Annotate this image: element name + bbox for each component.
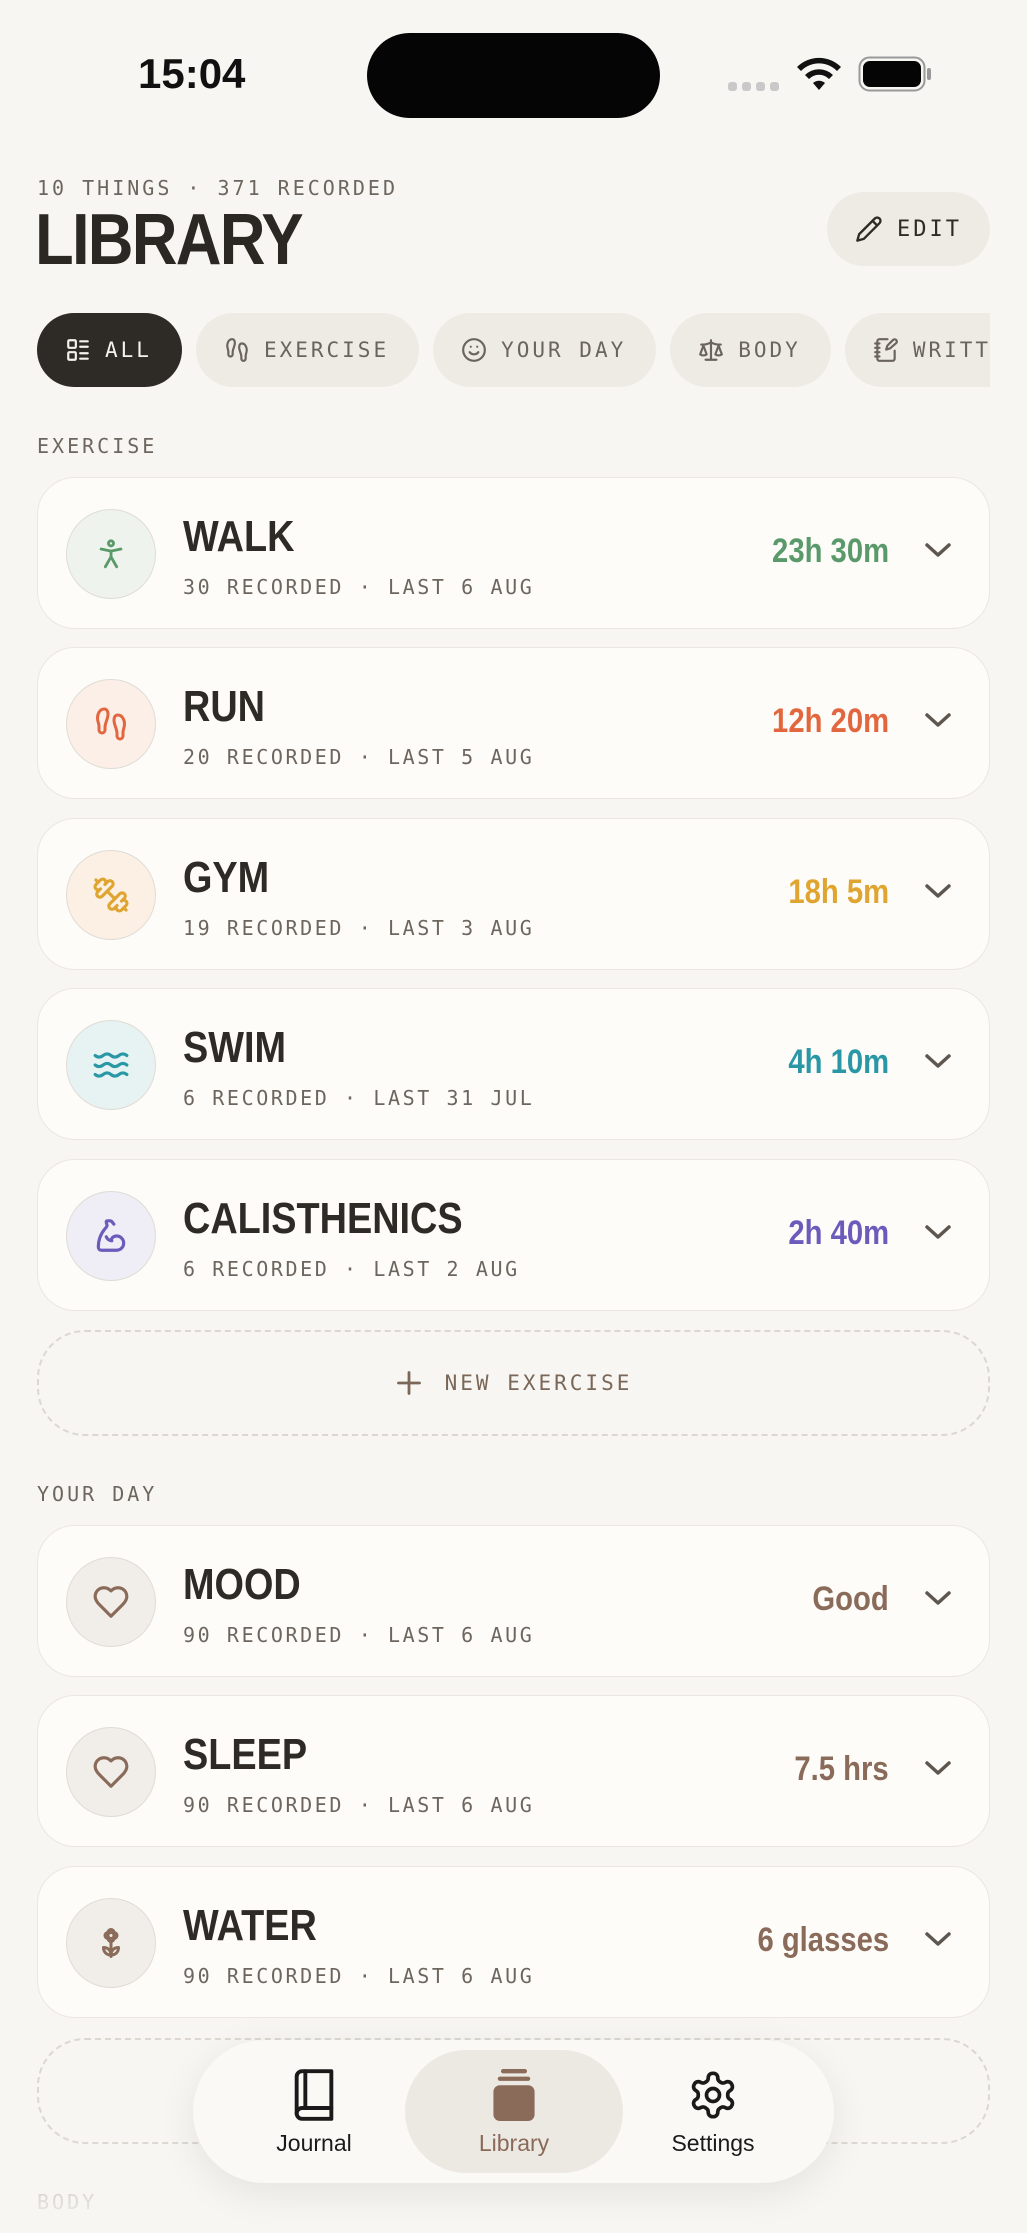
item-value: 12h 20m: [771, 702, 889, 740]
filter-exercise-label: EXERCISE: [263, 338, 390, 362]
waves-icon: [66, 1020, 156, 1110]
dumbbell-icon: [66, 850, 156, 940]
item-value: 23h 30m: [771, 532, 889, 570]
section-label-your-day: YOUR DAY: [37, 1482, 158, 1506]
item-value: 18h 5m: [788, 873, 889, 911]
item-meta: 6 RECORDED · LAST 2 AUG: [183, 1257, 520, 1281]
status-time: 15:04: [138, 50, 246, 97]
item-value: 7.5 hrs: [794, 1750, 889, 1788]
item-meta: 90 RECORDED · LAST 6 AUG: [183, 1623, 535, 1647]
filter-all-label: ALL: [105, 338, 152, 362]
chevron-down-icon[interactable]: [923, 1222, 953, 1242]
item-value: 4h 10m: [788, 1043, 889, 1081]
new-exercise-button[interactable]: NEW EXERCISE: [37, 1330, 990, 1436]
wifi-icon: [797, 57, 841, 90]
pencil-icon: [856, 216, 882, 242]
library-item-run[interactable]: RUN 20 RECORDED · LAST 5 AUG 12h 20m: [37, 647, 990, 799]
item-meta: 90 RECORDED · LAST 6 AUG: [183, 1964, 535, 1988]
notebook-pen-icon: [873, 338, 898, 362]
library-item-mood[interactable]: MOOD 90 RECORDED · LAST 6 AUG Good: [37, 1525, 990, 1677]
item-meta: 20 RECORDED · LAST 5 AUG: [183, 745, 535, 769]
filter-all[interactable]: ALL: [37, 313, 182, 387]
item-meta: 19 RECORDED · LAST 3 AUG: [183, 916, 535, 940]
item-value: 6 glasses: [757, 1921, 889, 1959]
filter-written-label: WRITTEN: [912, 338, 990, 362]
filter-your-day-label: YOUR DAY: [501, 338, 627, 362]
section-label-body: BODY: [37, 2190, 98, 2214]
chevron-down-icon[interactable]: [923, 1758, 953, 1778]
gear-icon: [691, 2071, 735, 2119]
section-label-exercise: EXERCISE: [37, 434, 158, 458]
item-name: SWIM: [183, 1023, 286, 1072]
walk-icon: [66, 509, 156, 599]
tab-bar: Journal Library Settings: [193, 2040, 834, 2183]
filter-body[interactable]: BODY: [670, 313, 831, 387]
library-item-swim[interactable]: SWIM 6 RECORDED · LAST 31 JUL 4h 10m: [37, 988, 990, 1140]
filter-exercise[interactable]: EXERCISE: [195, 313, 420, 387]
tab-settings[interactable]: Settings: [604, 2050, 822, 2173]
edit-button[interactable]: EDIT: [827, 192, 990, 266]
status-bar: 15:04: [0, 0, 1027, 150]
smile-icon: [462, 338, 487, 362]
library-item-sleep[interactable]: SLEEP 90 RECORDED · LAST 6 AUG 7.5 hrs: [37, 1695, 990, 1847]
item-meta: 30 RECORDED · LAST 6 AUG: [183, 575, 535, 599]
book-icon: [294, 2069, 334, 2121]
heart-icon: [66, 1557, 156, 1647]
item-value: 2h 40m: [788, 1214, 889, 1252]
tab-library[interactable]: Library: [405, 2050, 623, 2173]
chevron-down-icon[interactable]: [923, 540, 953, 560]
library-item-walk[interactable]: WALK 30 RECORDED · LAST 6 AUG 23h 30m: [37, 477, 990, 629]
item-name: CALISTHENICS: [183, 1194, 463, 1243]
list-icon: [67, 339, 89, 361]
library-icon: [493, 2069, 535, 2121]
filter-written[interactable]: WRITTEN: [844, 313, 990, 387]
new-exercise-label: NEW EXERCISE: [444, 1371, 633, 1395]
tab-journal-label: Journal: [276, 2130, 352, 2156]
item-name: RUN: [183, 682, 265, 731]
tab-settings-label: Settings: [671, 2130, 755, 2156]
plus-icon: [396, 1371, 421, 1395]
item-name: SLEEP: [183, 1730, 308, 1779]
chevron-down-icon[interactable]: [923, 1929, 953, 1949]
item-name: WATER: [183, 1901, 317, 1950]
filter-body-label: BODY: [738, 338, 801, 362]
dynamic-island: [367, 33, 660, 118]
footprints-icon: [66, 679, 156, 769]
chevron-down-icon[interactable]: [923, 710, 953, 730]
library-item-gym[interactable]: GYM 19 RECORDED · LAST 3 AUG 18h 5m: [37, 818, 990, 970]
battery-icon: [858, 56, 931, 92]
tab-library-label: Library: [478, 2130, 550, 2156]
footprints-icon: [226, 338, 248, 362]
filter-your-day[interactable]: YOUR DAY: [433, 313, 657, 387]
page-title: LIBRARY: [35, 200, 304, 280]
library-item-calisthenics[interactable]: CALISTHENICS 6 RECORDED · LAST 2 AUG 2h …: [37, 1159, 990, 1311]
chevron-down-icon[interactable]: [923, 881, 953, 901]
item-name: MOOD: [183, 1560, 301, 1609]
flower-icon: [66, 1898, 156, 1988]
biceps-icon: [66, 1191, 156, 1281]
item-meta: 6 RECORDED · LAST 31 JUL: [183, 1086, 535, 1110]
item-value: Good: [812, 1580, 889, 1618]
item-name: WALK: [183, 512, 295, 561]
item-name: GYM: [183, 853, 270, 902]
chevron-down-icon[interactable]: [923, 1588, 953, 1608]
scale-icon: [699, 339, 724, 361]
heart-icon: [66, 1727, 156, 1817]
signal-icon: [728, 82, 779, 91]
tab-journal[interactable]: Journal: [205, 2050, 423, 2173]
item-meta: 90 RECORDED · LAST 6 AUG: [183, 1793, 535, 1817]
category-filters: ALL EXERCISE YOUR DAY BODY WRITT: [37, 313, 990, 389]
library-summary: 10 THINGS · 371 RECORDED: [37, 176, 398, 200]
chevron-down-icon[interactable]: [923, 1051, 953, 1071]
library-item-water[interactable]: WATER 90 RECORDED · LAST 6 AUG 6 glasses: [37, 1866, 990, 2018]
edit-button-label: EDIT: [897, 216, 962, 242]
